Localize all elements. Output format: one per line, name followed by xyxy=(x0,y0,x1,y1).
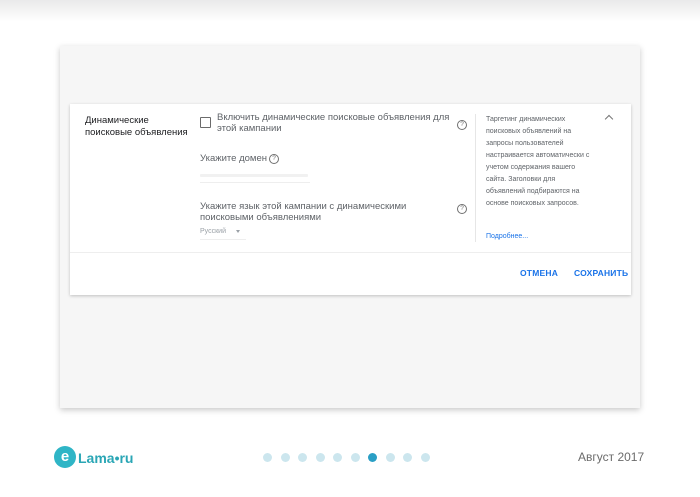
language-label: Укажите язык этой кампании с динамически… xyxy=(200,201,407,223)
slide-frame: Динамические поисковые объявления Включи… xyxy=(60,46,640,408)
pagination-dot[interactable] xyxy=(420,453,430,462)
chevron-up-icon[interactable] xyxy=(604,114,614,124)
info-text: Таргетинг динамических поисковых объявле… xyxy=(486,116,590,207)
domain-label: Укажите домен xyxy=(200,153,267,164)
help-icon[interactable]: ? xyxy=(269,154,279,164)
domain-input-placeholder xyxy=(200,174,308,177)
pagination-dot[interactable] xyxy=(298,453,307,462)
help-icon[interactable]: ? xyxy=(457,120,467,130)
pagination-dot[interactable] xyxy=(403,453,412,462)
panel-divider xyxy=(70,252,631,253)
pagination-dot[interactable] xyxy=(333,453,342,462)
pagination-dot[interactable] xyxy=(385,453,395,462)
date-label: Август 2017 xyxy=(578,450,645,464)
save-button[interactable]: СОХРАНИТЬ xyxy=(574,268,628,278)
language-select[interactable]: Русский xyxy=(200,227,246,240)
enable-dsa-label: Включить динамические поисковые объявлен… xyxy=(217,112,450,134)
pagination-dot[interactable] xyxy=(350,453,360,462)
help-icon[interactable]: ? xyxy=(457,204,467,214)
more-link[interactable]: Подробнее... xyxy=(486,233,528,240)
pagination-dot[interactable] xyxy=(315,453,325,462)
language-select-value: Русский xyxy=(200,228,226,235)
logo-letter: e xyxy=(60,448,70,465)
logo-text: Lama•ru xyxy=(78,450,134,466)
slide-pagination xyxy=(263,453,430,463)
enable-dsa-checkbox[interactable] xyxy=(200,117,211,128)
logo-circle: e xyxy=(54,446,76,468)
pagination-dot[interactable] xyxy=(280,453,290,462)
domain-label-text: Укажите домен xyxy=(200,153,267,164)
dropdown-arrow-icon xyxy=(236,230,240,233)
cancel-button[interactable]: ОТМЕНА xyxy=(520,268,558,278)
section-title: Динамические поисковые объявления xyxy=(85,115,188,138)
info-divider xyxy=(475,114,476,242)
pagination-dot[interactable] xyxy=(263,453,272,462)
dsa-settings-panel: Динамические поисковые объявления Включи… xyxy=(70,104,631,295)
pagination-dot-active[interactable] xyxy=(368,453,377,462)
domain-input[interactable] xyxy=(200,174,310,183)
top-shadow xyxy=(0,0,700,22)
elama-logo: e Lama•ru xyxy=(54,446,144,470)
